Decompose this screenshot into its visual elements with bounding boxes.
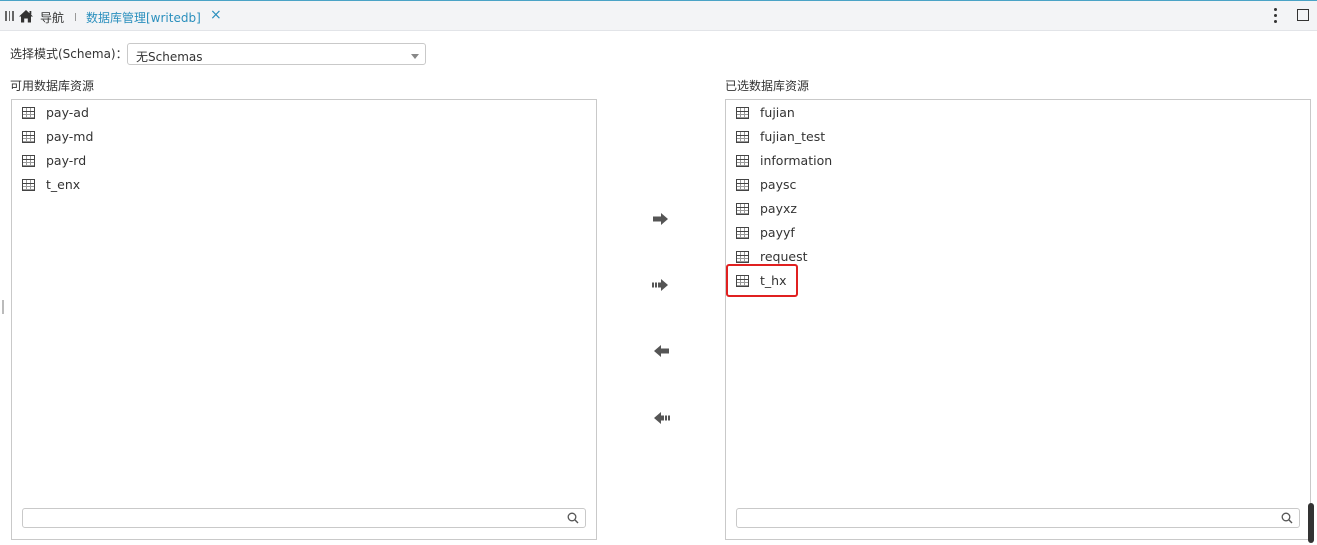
drag-handle-icon[interactable] [5,11,14,21]
selected-resources-title: 已选数据库资源 [725,79,810,93]
table-icon [736,227,749,239]
close-icon[interactable]: × [210,7,222,23]
tab-separator [75,13,76,21]
list-item[interactable]: fujian [726,101,1310,125]
tab-nav[interactable]: 导航 [40,9,64,26]
list-item[interactable]: request [726,245,1310,269]
table-icon [736,275,749,287]
list-item[interactable]: pay-rd [12,149,596,173]
list-item[interactable]: t_hx [726,269,1310,293]
list-item[interactable]: t_enx [12,173,596,197]
table-icon [736,131,749,143]
search-icon[interactable] [1281,512,1293,524]
tab-bar: 导航 数据库管理[writedb] × [0,0,1317,31]
list-item[interactable]: pay-ad [12,101,596,125]
search-icon[interactable] [567,512,579,524]
list-item[interactable]: pay-md [12,125,596,149]
maximize-icon[interactable] [1297,9,1309,21]
schema-label: 选择模式(Schema)： [10,47,128,61]
schema-select-value: 无Schemas [136,50,203,64]
list-item[interactable]: paysc [726,173,1310,197]
table-icon [22,179,35,191]
list-item[interactable]: payxz [726,197,1310,221]
selected-search-input[interactable] [736,508,1300,528]
table-icon [736,203,749,215]
selected-resources-panel: fujian fujian_test information paysc pay… [725,99,1311,540]
table-icon [22,107,35,119]
list-item[interactable]: information [726,149,1310,173]
chevron-down-icon[interactable] [411,54,419,59]
schema-select[interactable]: 无Schemas [127,43,426,65]
double-arrow-left-icon[interactable] [652,411,670,425]
available-resources-panel: pay-ad pay-md pay-rd t_enx [11,99,597,540]
available-resources-title: 可用数据库资源 [10,79,95,93]
table-icon [22,131,35,143]
table-icon [736,107,749,119]
home-icon[interactable] [18,9,34,23]
table-icon [736,179,749,191]
table-icon [736,155,749,167]
available-search-input[interactable] [22,508,586,528]
list-item[interactable]: payyf [726,221,1310,245]
table-icon [736,251,749,263]
table-icon [22,155,35,167]
arrow-right-icon[interactable] [652,212,670,226]
scrollbar-thumb[interactable] [1308,503,1314,543]
arrow-left-icon[interactable] [652,344,670,358]
double-arrow-right-icon[interactable] [652,278,670,292]
side-collapse-handle[interactable] [2,300,4,314]
tab-database-management[interactable]: 数据库管理[writedb] [86,9,201,26]
more-vertical-icon[interactable] [1272,8,1278,24]
list-item[interactable]: fujian_test [726,125,1310,149]
